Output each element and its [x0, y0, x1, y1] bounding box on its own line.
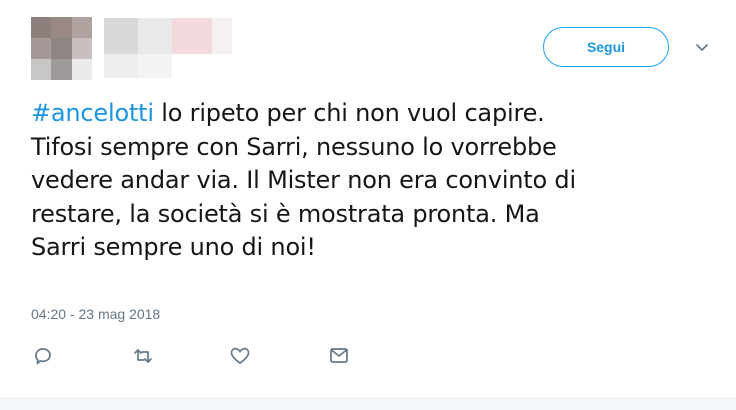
tweet-line: Tifosi sempre con Sarri, nessuno lo vorr… [31, 132, 557, 161]
tweet-line: vedere andar via. Il Mister non era conv… [31, 166, 576, 194]
envelope-icon[interactable] [327, 344, 351, 368]
chevron-down-icon[interactable] [693, 40, 711, 54]
retweet-icon[interactable] [131, 344, 155, 368]
follow-button[interactable]: Segui [543, 27, 669, 67]
reply-icon[interactable] [31, 344, 55, 368]
tweet-text: #ancelotti lo ripeto per chi non vuol ca… [31, 97, 731, 265]
heart-icon[interactable] [228, 344, 252, 368]
tweet-card: Segui #ancelotti lo ripeto per chi non v… [0, 0, 736, 410]
hashtag-link[interactable]: #ancelotti [31, 99, 154, 127]
tweet-line: lo ripeto per chi non vuol capire. [153, 99, 545, 127]
tweet-timestamp[interactable]: 04:20 - 23 mag 2018 [31, 306, 160, 322]
divider [0, 398, 736, 410]
avatar[interactable] [31, 17, 92, 80]
tweet-line: Sarri sempre uno di noi! [31, 233, 316, 261]
author-name-blurred[interactable] [104, 18, 232, 78]
tweet-line: restare, la società si è mostrata pronta… [31, 199, 540, 228]
